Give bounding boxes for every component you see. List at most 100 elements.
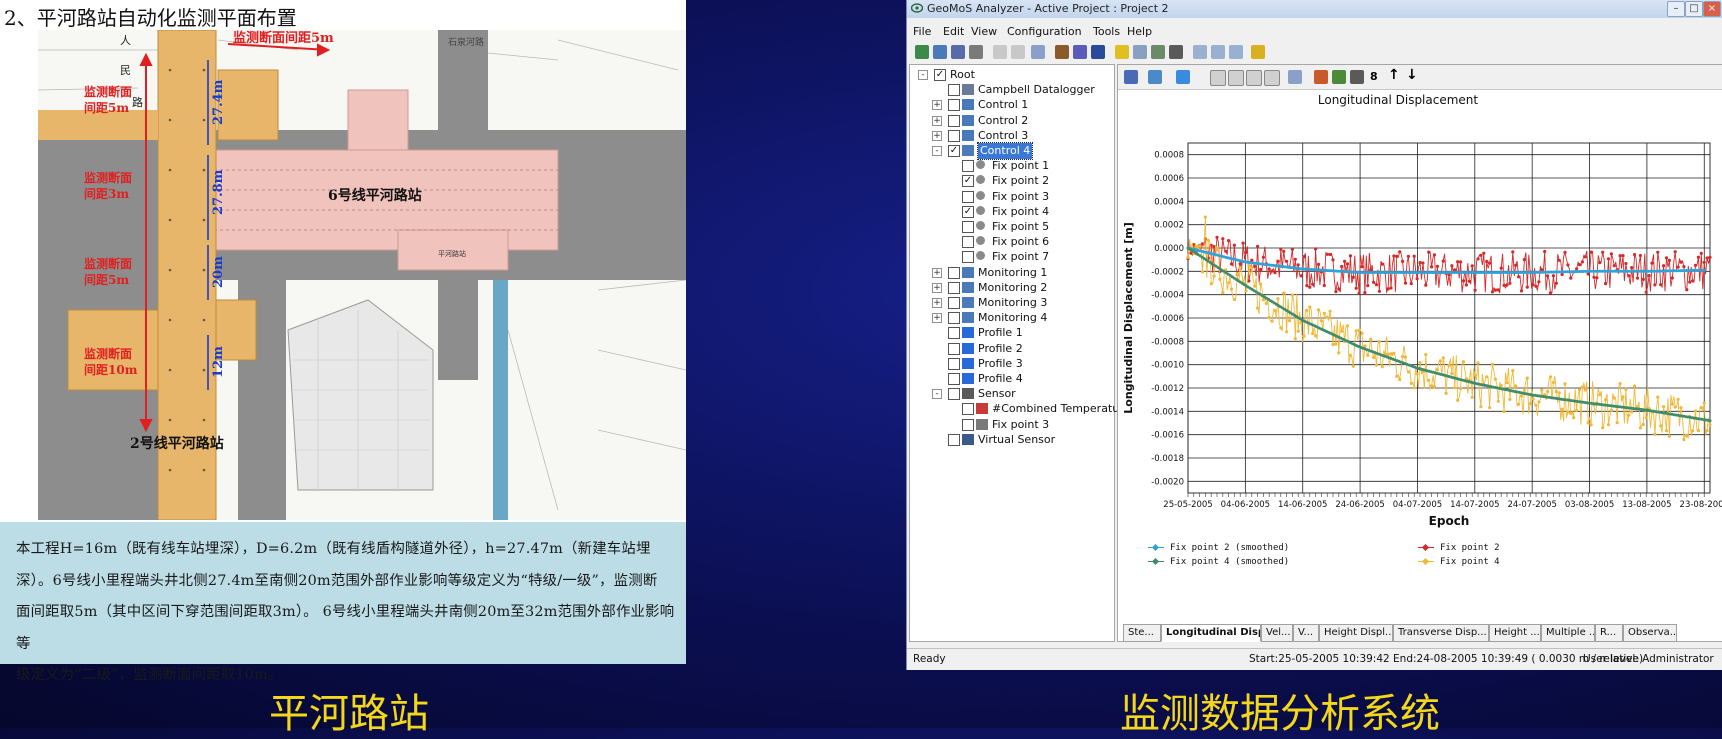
- expand-icon[interactable]: +: [932, 267, 942, 278]
- tree-checkbox[interactable]: [948, 373, 960, 385]
- menu-tools[interactable]: Tools: [1093, 25, 1120, 38]
- tree-checkbox[interactable]: [948, 433, 960, 446]
- zoom-icon[interactable]: [1193, 45, 1207, 59]
- project-settings-icon[interactable]: [951, 45, 965, 59]
- tree-checkbox[interactable]: ✓: [948, 145, 960, 157]
- tree-item[interactable]: #Combined Temperature: [910, 401, 1130, 417]
- arrow-up-icon[interactable]: ↑: [1388, 67, 1400, 83]
- tree-checkbox[interactable]: [962, 418, 974, 431]
- tree-checkbox[interactable]: ✓: [962, 205, 974, 218]
- close-button[interactable]: ×: [1703, 1, 1721, 17]
- maximize-button[interactable]: □: [1685, 1, 1703, 17]
- new-project-icon[interactable]: [915, 45, 929, 59]
- minimize-button[interactable]: –: [1667, 1, 1685, 17]
- cut-icon[interactable]: [993, 45, 1007, 59]
- tree-checkbox[interactable]: [962, 221, 974, 233]
- chart-sensor-icon[interactable]: [1332, 70, 1346, 84]
- save-chart-icon[interactable]: [1124, 70, 1138, 84]
- grid-icon[interactable]: [1210, 70, 1226, 86]
- chart-tab[interactable]: Vel...: [1261, 624, 1293, 642]
- tree-item[interactable]: + Control 1: [910, 97, 1110, 113]
- axis-icon[interactable]: [1264, 70, 1280, 86]
- tree-item[interactable]: + Monitoring 3: [910, 295, 1110, 311]
- tree-checkbox[interactable]: [948, 114, 960, 127]
- tree-item[interactable]: Fix point 5: [910, 219, 1110, 235]
- expand-icon[interactable]: +: [932, 115, 942, 126]
- collapse-icon[interactable]: -: [932, 146, 942, 156]
- expand-icon[interactable]: +: [932, 298, 942, 308]
- table-icon[interactable]: [1246, 70, 1262, 86]
- print-icon[interactable]: [969, 45, 983, 59]
- tree-checkbox[interactable]: [948, 84, 960, 97]
- tree-checkbox[interactable]: [948, 281, 960, 294]
- tree-item[interactable]: Fix point 3: [910, 417, 1110, 433]
- menu-configuration[interactable]: Configuration: [1007, 25, 1082, 38]
- menu-file[interactable]: File: [913, 25, 931, 38]
- tree-checkbox[interactable]: [948, 297, 960, 309]
- tree-item[interactable]: + Monitoring 1: [910, 265, 1110, 281]
- tree-item[interactable]: + Monitoring 2: [910, 280, 1110, 296]
- collapse-icon[interactable]: -: [918, 70, 928, 80]
- chart-tab[interactable]: Observa...: [1623, 624, 1677, 642]
- tree-item[interactable]: - ✓ Control 4: [910, 142, 1110, 160]
- tree-item[interactable]: Profile 4: [910, 371, 1110, 387]
- chart-tab[interactable]: Height Displ...: [1319, 624, 1393, 642]
- tree-item[interactable]: Virtual Sensor: [910, 432, 1110, 448]
- tree-checkbox[interactable]: [948, 357, 960, 370]
- tree-checkbox[interactable]: [948, 342, 960, 355]
- arrow-down-icon[interactable]: ↓: [1406, 67, 1418, 83]
- chart-settings-icon[interactable]: [1350, 70, 1364, 84]
- chart-tab[interactable]: R...: [1595, 624, 1623, 642]
- menu-view[interactable]: View: [971, 25, 997, 38]
- chart-tab[interactable]: Ste...: [1123, 624, 1161, 642]
- chart-tab[interactable]: Multiple ...: [1541, 624, 1595, 642]
- tree-item[interactable]: + Control 2: [910, 113, 1110, 129]
- chart-tab[interactable]: Longitudinal Disp...: [1161, 624, 1261, 642]
- tree-item[interactable]: Fix point 3: [910, 189, 1110, 205]
- chart-zoom-icon[interactable]: [1288, 70, 1302, 84]
- chart-tab[interactable]: V...: [1293, 624, 1319, 642]
- tree-item[interactable]: - ✓ Root: [910, 67, 1110, 83]
- collapse-icon[interactable]: -: [932, 389, 942, 400]
- chart-type-icon[interactable]: [1148, 70, 1162, 84]
- chart-tab[interactable]: Height ...: [1489, 624, 1541, 642]
- target-icon[interactable]: [1091, 45, 1105, 59]
- menu-help[interactable]: Help: [1127, 25, 1152, 38]
- tree-checkbox[interactable]: [962, 403, 974, 416]
- title-bar[interactable]: GeoMoS Analyzer - Active Project : Proje…: [907, 0, 1722, 18]
- chart-icon[interactable]: [1133, 45, 1147, 59]
- tree-item[interactable]: Fix point 6: [910, 234, 1110, 250]
- tree-item[interactable]: ✓ Fix point 4: [910, 204, 1110, 220]
- help-icon[interactable]: [1251, 45, 1265, 59]
- draw-icon[interactable]: [1055, 45, 1069, 59]
- tree-checkbox[interactable]: [962, 251, 974, 264]
- sensor-tool-icon[interactable]: [1151, 45, 1165, 59]
- tree-checkbox[interactable]: [948, 99, 960, 112]
- open-project-icon[interactable]: [933, 45, 947, 59]
- tree-item[interactable]: Campbell Datalogger: [910, 82, 1110, 98]
- tree-checkbox[interactable]: [948, 327, 960, 340]
- expand-icon[interactable]: +: [932, 100, 942, 111]
- tree-item[interactable]: - Sensor: [910, 386, 1110, 402]
- info-icon[interactable]: [1115, 45, 1129, 59]
- tree-item[interactable]: + Monitoring 4: [910, 310, 1110, 326]
- copy-icon[interactable]: [1011, 45, 1025, 59]
- tree-checkbox[interactable]: [962, 190, 974, 203]
- list-icon[interactable]: [1228, 70, 1244, 86]
- tree-checkbox[interactable]: [962, 236, 974, 249]
- tools-icon[interactable]: [1169, 45, 1183, 59]
- tree-checkbox[interactable]: ✓: [934, 69, 946, 81]
- chart-tab[interactable]: Transverse Disp...: [1393, 624, 1489, 642]
- tree-item[interactable]: Fix point 7: [910, 249, 1110, 265]
- expand-icon[interactable]: +: [932, 282, 942, 293]
- tree-item[interactable]: Profile 2: [910, 341, 1110, 357]
- expand-icon[interactable]: +: [932, 313, 942, 324]
- paste-icon[interactable]: [1031, 45, 1045, 59]
- tree-checkbox[interactable]: [948, 312, 960, 325]
- expand-icon[interactable]: +: [932, 130, 942, 141]
- color-icon[interactable]: [1176, 70, 1190, 84]
- zoom-in-icon[interactable]: [1211, 45, 1225, 59]
- tree-checkbox[interactable]: [948, 388, 960, 401]
- tree-checkbox[interactable]: [962, 160, 974, 173]
- menu-edit[interactable]: Edit: [943, 25, 964, 38]
